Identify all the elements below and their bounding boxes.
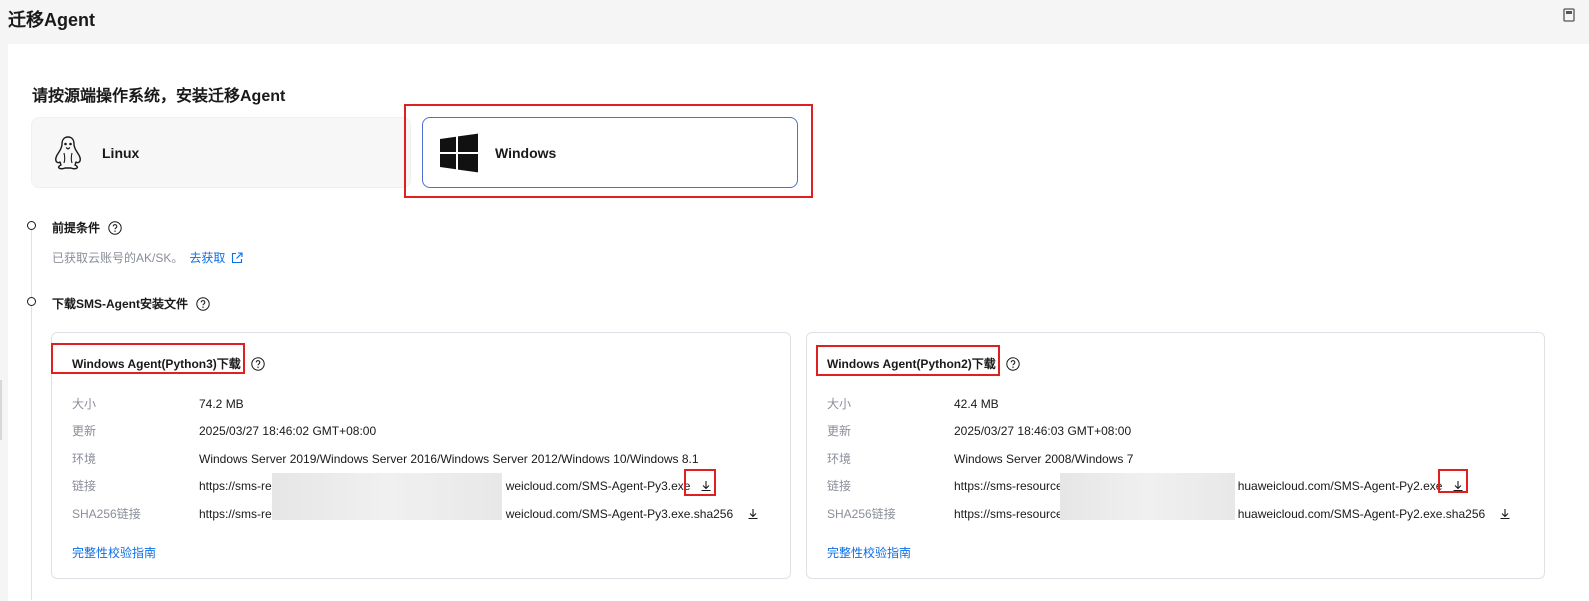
agent-card-py3: Windows Agent(Python3)下载 大小 74.2 MB 更新 2… xyxy=(51,332,791,579)
get-aksk-link[interactable]: 去获取 xyxy=(189,249,243,266)
left-edge-divider xyxy=(0,380,2,440)
size-row: 大小 74.2 MB xyxy=(72,395,244,412)
agent-card-title-text: Windows Agent(Python3)下载 xyxy=(72,357,241,371)
sha-label: SHA256链接 xyxy=(827,507,896,521)
agent-card-title: Windows Agent(Python2)下载 xyxy=(827,355,1020,372)
download-icon[interactable] xyxy=(1452,480,1464,492)
download-title-text: 下载SMS-Agent安装文件 xyxy=(52,297,188,311)
sha-suffix: weicloud.com/SMS-Agent-Py3.exe.sha256 xyxy=(505,506,734,521)
os-option-linux[interactable]: Linux xyxy=(31,117,411,188)
sha-suffix: huaweicloud.com/SMS-Agent-Py2.exe.sha256 xyxy=(1237,506,1486,521)
env-label: 环境 xyxy=(827,452,852,466)
document-icon[interactable] xyxy=(1563,8,1575,22)
timeline-dot xyxy=(27,297,36,306)
link-label: 链接 xyxy=(827,479,852,493)
env-row: 环境 Windows Server 2008/Windows 7 xyxy=(827,450,1133,467)
download-icon[interactable] xyxy=(700,480,712,492)
size-value: 74.2 MB xyxy=(199,396,244,411)
agent-card-title-text: Windows Agent(Python2)下载 xyxy=(827,357,996,371)
integrity-guide-link[interactable]: 完整性校验指南 xyxy=(72,544,156,561)
prereq-desc: 已获取云账号的AK/SK。 去获取 xyxy=(52,249,243,266)
sha-prefix: https://sms-res xyxy=(199,506,278,521)
size-label: 大小 xyxy=(827,397,852,411)
help-icon[interactable] xyxy=(1006,356,1020,371)
size-label: 大小 xyxy=(72,397,97,411)
link-suffix: huaweicloud.com/SMS-Agent-Py2.exe xyxy=(1237,478,1443,493)
integrity-guide-link[interactable]: 完整性校验指南 xyxy=(827,544,911,561)
download-step-title: 下载SMS-Agent安装文件 xyxy=(52,295,210,312)
timeline-line xyxy=(31,230,32,600)
updated-row: 更新 2025/03/27 18:46:02 GMT+08:00 xyxy=(72,422,376,439)
redaction-blur xyxy=(1060,473,1235,520)
help-icon[interactable] xyxy=(108,220,122,235)
updated-label: 更新 xyxy=(72,424,97,438)
agent-card-title: Windows Agent(Python3)下载 xyxy=(72,355,265,372)
os-option-windows[interactable]: Windows xyxy=(422,117,798,188)
link-prefix: https://sms-res xyxy=(199,478,278,493)
download-icon[interactable] xyxy=(747,508,759,520)
link-suffix: weicloud.com/SMS-Agent-Py3.exe xyxy=(505,478,691,493)
os-option-label: Windows xyxy=(495,144,557,161)
windows-logo-icon xyxy=(440,133,478,172)
size-row: 大小 42.4 MB xyxy=(827,395,999,412)
prereq-step-title: 前提条件 xyxy=(52,219,122,236)
agent-card-py2: Windows Agent(Python2)下载 大小 42.4 MB 更新 2… xyxy=(806,332,1545,579)
help-icon[interactable] xyxy=(196,296,210,311)
updated-row: 更新 2025/03/27 18:46:03 GMT+08:00 xyxy=(827,422,1131,439)
env-label: 环境 xyxy=(72,452,97,466)
help-icon[interactable] xyxy=(251,356,265,371)
prereq-title-text: 前提条件 xyxy=(52,221,101,235)
env-value: Windows Server 2019/Windows Server 2016/… xyxy=(199,451,699,466)
download-icon[interactable] xyxy=(1499,508,1511,520)
os-select-heading: 请按源端操作系统，安装迁移Agent xyxy=(32,88,286,105)
updated-label: 更新 xyxy=(827,424,852,438)
os-option-label: Linux xyxy=(102,144,140,161)
sha-prefix: https://sms-resource xyxy=(954,506,1063,521)
get-aksk-link-text: 去获取 xyxy=(189,251,226,265)
link-label: 链接 xyxy=(72,479,97,493)
link-prefix: https://sms-resource xyxy=(954,478,1063,493)
redaction-blur xyxy=(272,473,502,520)
updated-value: 2025/03/27 18:46:02 GMT+08:00 xyxy=(199,423,377,438)
env-row: 环境 Windows Server 2019/Windows Server 20… xyxy=(72,450,699,467)
size-value: 42.4 MB xyxy=(954,396,999,411)
page-title: 迁移Agent xyxy=(8,10,95,30)
sha-label: SHA256链接 xyxy=(72,507,141,521)
linux-tux-icon xyxy=(55,135,81,169)
env-value: Windows Server 2008/Windows 7 xyxy=(954,451,1134,466)
updated-value: 2025/03/27 18:46:03 GMT+08:00 xyxy=(954,423,1132,438)
external-link-icon xyxy=(232,251,243,263)
timeline-dot xyxy=(27,221,36,230)
prereq-desc-text: 已获取云账号的AK/SK。 xyxy=(52,251,184,265)
